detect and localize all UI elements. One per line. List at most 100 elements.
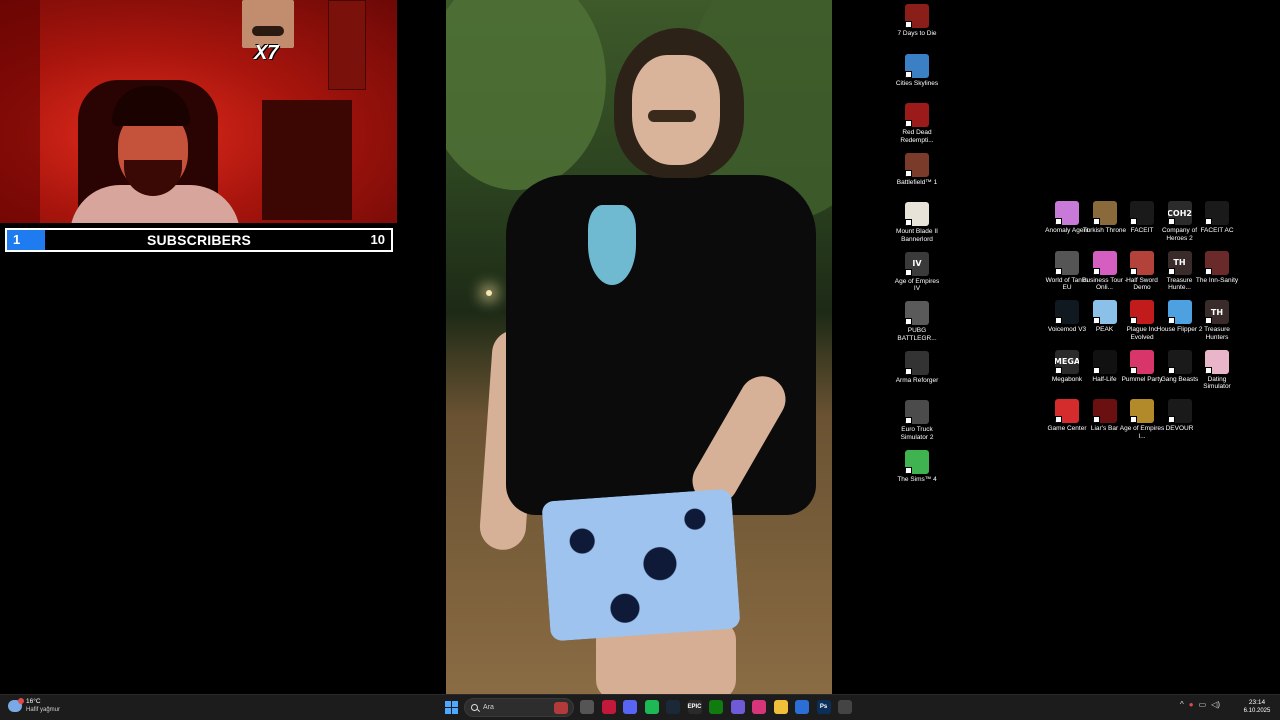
desktop-shortcut-label: Treasure Hunters [1204, 326, 1230, 341]
shortcut-arrow-icon [1055, 267, 1062, 275]
shortcut-arrow-icon [1130, 267, 1137, 275]
clock[interactable]: 23:14 6.10.2025 [1240, 699, 1274, 715]
shortcut-arrow-icon [1167, 366, 1175, 374]
xbox-icon[interactable] [709, 700, 723, 714]
microphone-icon[interactable]: ● [1189, 700, 1194, 709]
task-view-icon[interactable] [580, 700, 594, 714]
desktop-shortcut[interactable]: DEVOUR [1156, 399, 1204, 433]
desktop-shortcut[interactable]: Arma Reforger [893, 350, 941, 385]
weather-temp: 16°C [26, 698, 41, 705]
video-player[interactable] [446, 0, 832, 694]
devour-icon [1167, 399, 1192, 423]
shortcut-arrow-icon [905, 417, 912, 424]
shortcut-arrow-icon [1055, 366, 1062, 374]
taskbar-search[interactable]: Ara [464, 698, 574, 717]
pubg-icon [905, 301, 929, 325]
emote-count: X7 [254, 42, 279, 64]
desktop-shortcut[interactable]: Euro Truck Simulator 2 [893, 400, 941, 441]
pummel-party-icon [1130, 349, 1154, 374]
icon-glyph: TH [1173, 258, 1186, 267]
desktop-shortcut-label: Arma Reforger [895, 376, 939, 384]
shortcut-arrow-icon [1205, 218, 1212, 225]
desktop-shortcut[interactable]: TH Treasure Hunters [1193, 300, 1241, 341]
subscriber-goal: 10 [370, 232, 385, 247]
weather-icon [8, 698, 24, 712]
shortcut-arrow-icon [905, 367, 912, 375]
clock-date: 6.10.2025 [1243, 708, 1271, 714]
business-tour-icon [1092, 250, 1117, 275]
epic-games-icon[interactable]: EPIC [687, 700, 702, 714]
inn-sanity-icon [1205, 250, 1229, 275]
person-pendant [588, 205, 636, 285]
desktop-shortcut[interactable]: Mount Blade II Bannerlord [893, 202, 941, 243]
weather-widget[interactable]: 16°C Hafif yağmur [8, 698, 60, 714]
peak-icon [1092, 300, 1117, 324]
spotify-icon[interactable] [644, 700, 659, 714]
steam-icon[interactable] [666, 700, 680, 714]
person-moustache [648, 110, 696, 122]
shortcut-arrow-icon [1130, 218, 1137, 225]
shortcut-arrow-icon [1055, 317, 1062, 324]
shortcut-arrow-icon [905, 219, 912, 226]
shortcut-arrow-icon [1167, 416, 1175, 423]
file-explorer-icon[interactable] [773, 700, 788, 714]
taskbar: 16°C Hafif yağmur Ara EPIC Ps ^ ● ▭ ◁) 23… [0, 694, 1280, 720]
game-center-icon [1055, 399, 1079, 423]
shortcut-arrow-icon [905, 169, 912, 177]
arma-reforger-icon [905, 350, 929, 375]
voicemod-icon [1055, 300, 1079, 324]
tray-expand-icon[interactable]: ^ [1180, 700, 1184, 709]
volume-icon[interactable]: ◁) [1211, 700, 1220, 709]
desktop-shortcut[interactable]: IV Age of Empires IV [893, 251, 941, 293]
desktop-shortcut[interactable]: PUBG BATTLEGR... [893, 301, 941, 342]
anomaly-agent-icon [1055, 201, 1079, 225]
start-button[interactable] [445, 701, 458, 714]
desktop-shortcut-label: FACEIT AC [1200, 227, 1234, 234]
shortcut-arrow-icon [1055, 416, 1062, 423]
desktop-shortcut-label: Cities Skylines [895, 79, 939, 87]
search-highlight-icon [554, 702, 568, 714]
desktop-shortcut[interactable]: The Sims™ 4 [893, 449, 941, 484]
desktop-shortcut-label: 7 Days to Die [897, 30, 937, 37]
turkish-throne-icon [1092, 201, 1117, 225]
shortcut-arrow-icon [1205, 267, 1212, 275]
desktop-shortcut[interactable]: 7 Days to Die [893, 4, 941, 38]
desktop-shortcut-label: DEVOUR [1165, 425, 1194, 432]
instagram-icon[interactable] [752, 700, 766, 714]
icon-glyph: MEGA [1055, 357, 1079, 366]
system-tray: ^ ● ▭ ◁) [1180, 700, 1220, 709]
tree-foliage [446, 0, 606, 190]
cities-skylines-icon [905, 53, 929, 78]
treasure-hunter-icon: TH [1167, 250, 1192, 275]
icon-glyph: IV [912, 259, 922, 268]
webcam-overlay: X7 [0, 0, 397, 223]
person-shorts [541, 488, 741, 642]
wall-poster [328, 0, 366, 90]
battlefield-1-icon [905, 152, 929, 177]
mail-icon[interactable] [795, 700, 809, 714]
shortcut-arrow-icon [1092, 416, 1100, 423]
desktop-shortcut[interactable]: Battlefield™ 1 [893, 152, 941, 187]
desktop-shortcut[interactable]: Cities Skylines [893, 53, 941, 88]
copilot-icon[interactable] [730, 700, 745, 714]
network-icon[interactable]: ▭ [1199, 700, 1207, 709]
desktop-shortcut[interactable]: FACEIT AC [1193, 201, 1241, 235]
desktop-shortcut[interactable]: Dating Simulator [1193, 349, 1241, 391]
shortcut-arrow-icon [1130, 416, 1137, 423]
world-of-tanks-icon [1055, 250, 1079, 275]
liars-bar-icon [1092, 399, 1117, 423]
discord-icon[interactable] [623, 700, 637, 714]
shortcut-arrow-icon [1205, 366, 1212, 374]
subscriber-label: SUBSCRIBERS [146, 232, 252, 248]
desktop-shortcut-label: Euro Truck Simulator 2 [900, 426, 934, 441]
search-placeholder: Ara [483, 704, 494, 711]
recorder-icon[interactable] [838, 700, 852, 714]
desktop-shortcut[interactable]: The Inn-Sanity [1193, 250, 1241, 285]
opera-gx-icon[interactable] [601, 700, 616, 714]
photoshop-icon[interactable]: Ps [816, 700, 831, 714]
icon-glyph: COH2 [1167, 208, 1192, 218]
desktop-shortcut[interactable]: Red Dead Redempti... [893, 103, 941, 144]
shortcut-arrow-icon [1092, 317, 1100, 324]
faceit-icon [1130, 201, 1154, 225]
person-shirt [506, 175, 816, 515]
